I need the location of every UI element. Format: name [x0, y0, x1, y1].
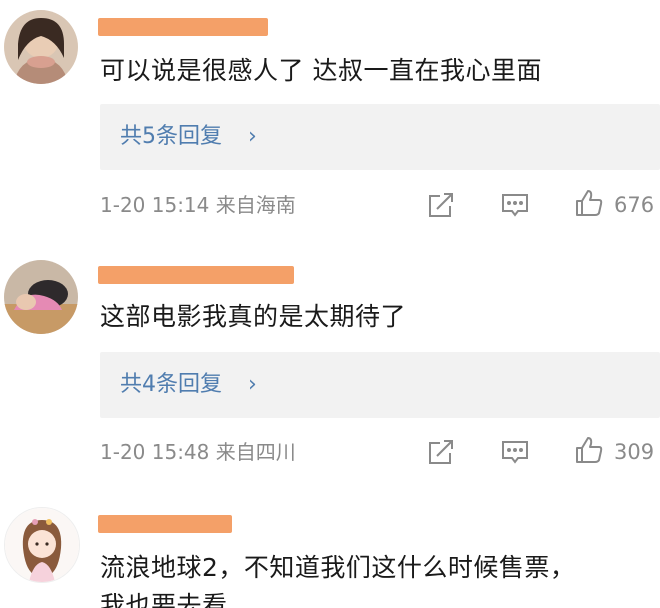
share-icon[interactable] [426, 437, 456, 467]
comment-meta: 1-20 15:48 来自四川 [100, 440, 296, 464]
username-redacted[interactable] [98, 266, 294, 284]
chevron-right-icon: › [248, 372, 257, 397]
view-replies-button[interactable]: 共4条回复 › [100, 352, 660, 418]
comment-icon[interactable] [500, 437, 530, 467]
comment-text: 这部电影我真的是太期待了 [100, 302, 407, 331]
reply-count-label: 共4条回复 [120, 372, 222, 397]
comment-meta: 1-20 15:14 来自海南 [100, 193, 296, 217]
comment-icon[interactable] [500, 190, 530, 220]
comment-item: 可以说是很感人了 达叔一直在我心里面 共5条回复 › 1-20 15:14 来自… [0, 0, 660, 240]
comment-text: 我也要去看 [100, 591, 228, 608]
username-redacted[interactable] [98, 515, 232, 533]
avatar[interactable] [4, 260, 78, 334]
reply-count-label: 共5条回复 [120, 124, 222, 149]
thumbs-up-icon[interactable] [574, 188, 604, 218]
view-replies-button[interactable]: 共5条回复 › [100, 104, 660, 170]
avatar[interactable] [4, 507, 80, 583]
like-count: 676 [614, 193, 655, 217]
comment-text: 可以说是很感人了 达叔一直在我心里面 [100, 56, 542, 85]
username-redacted[interactable] [98, 18, 268, 36]
comment-item: 这部电影我真的是太期待了 共4条回复 › 1-20 15:48 来自四川 309 [0, 240, 660, 485]
avatar[interactable] [4, 10, 78, 84]
comment-item: 流浪地球2，不知道我们这什么时候售票， 我也要去看 [0, 485, 660, 608]
thumbs-up-icon[interactable] [574, 435, 604, 465]
like-count: 309 [614, 440, 655, 464]
comment-text: 流浪地球2，不知道我们这什么时候售票， [100, 553, 576, 582]
chevron-right-icon: › [248, 124, 257, 149]
share-icon[interactable] [426, 190, 456, 220]
comment-feed: 可以说是很感人了 达叔一直在我心里面 共5条回复 › 1-20 15:14 来自… [0, 0, 660, 608]
